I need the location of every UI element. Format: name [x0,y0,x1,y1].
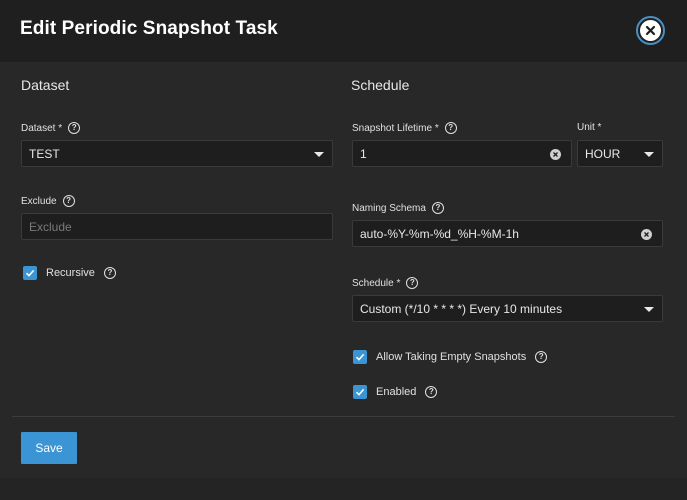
dataset-select-value: TEST [29,146,60,161]
check-icon [25,269,35,277]
lifetime-input[interactable]: 1 [352,140,572,167]
allow-empty-checkbox[interactable] [353,350,367,364]
lifetime-label-text: Snapshot Lifetime * [352,122,439,134]
lifetime-value: 1 [360,146,367,161]
clear-naming-schema-icon[interactable] [641,229,652,240]
exclude-input[interactable]: Exclude [21,213,333,240]
allow-empty-label: Allow Taking Empty Snapshots [376,351,527,363]
dataset-section-title: Dataset [21,77,70,93]
recursive-checkbox[interactable] [23,266,37,280]
allow-empty-checkbox-row[interactable]: Allow Taking Empty Snapshots ? [353,350,548,364]
schedule-select-value: Custom (*/10 * * * *) Every 10 minutes [360,301,563,316]
schedule-label-text: Schedule * [352,277,401,289]
enabled-checkbox-row[interactable]: Enabled ? [353,385,438,399]
enabled-label: Enabled [376,386,417,398]
chevron-down-icon [644,307,654,312]
close-icon [640,20,661,41]
lifetime-help-icon[interactable]: ? [444,122,457,134]
dialog-title: Edit Periodic Snapshot Task [20,18,278,39]
exclude-help-icon[interactable]: ? [62,195,75,207]
enabled-checkbox[interactable] [353,385,367,399]
check-icon [355,388,365,396]
dataset-label-text: Dataset * [21,122,63,134]
lifetime-field-label: Snapshot Lifetime * ? [352,122,457,134]
naming-schema-field-label: Naming Schema ? [352,202,444,214]
recursive-label: Recursive [46,267,95,279]
recursive-checkbox-row[interactable]: Recursive ? [23,266,116,280]
close-button[interactable] [636,16,665,45]
clear-lifetime-icon[interactable] [550,149,561,160]
allow-empty-help-icon[interactable]: ? [535,351,548,363]
naming-schema-help-icon[interactable]: ? [431,202,444,214]
naming-schema-value: auto-%Y-%m-%d_%H-%M-1h [360,226,519,241]
footer-divider [12,416,675,417]
unit-select-value: HOUR [585,146,621,161]
dataset-field-label: Dataset * ? [21,122,81,134]
exclude-placeholder: Exclude [29,219,72,234]
chevron-down-icon [314,152,324,157]
chevron-down-icon [644,152,654,157]
schedule-section-title: Schedule [351,77,410,93]
unit-label-text: Unit * [577,122,602,133]
save-button[interactable]: Save [21,432,77,464]
unit-field-label: Unit * [577,122,601,133]
naming-schema-input[interactable]: auto-%Y-%m-%d_%H-%M-1h [352,220,663,247]
footer-band [0,478,687,500]
dataset-help-icon[interactable]: ? [68,122,81,134]
naming-schema-label-text: Naming Schema [352,202,426,214]
check-icon [355,353,365,361]
exclude-label-text: Exclude [21,195,57,207]
dialog-header: Edit Periodic Snapshot Task [0,0,687,62]
schedule-help-icon[interactable]: ? [406,277,419,289]
enabled-help-icon[interactable]: ? [425,386,438,398]
dataset-select[interactable]: TEST [21,140,333,167]
schedule-field-label: Schedule * ? [352,277,419,289]
schedule-select[interactable]: Custom (*/10 * * * *) Every 10 minutes [352,295,663,322]
unit-select[interactable]: HOUR [577,140,663,167]
recursive-help-icon[interactable]: ? [103,267,116,279]
exclude-field-label: Exclude ? [21,195,75,207]
